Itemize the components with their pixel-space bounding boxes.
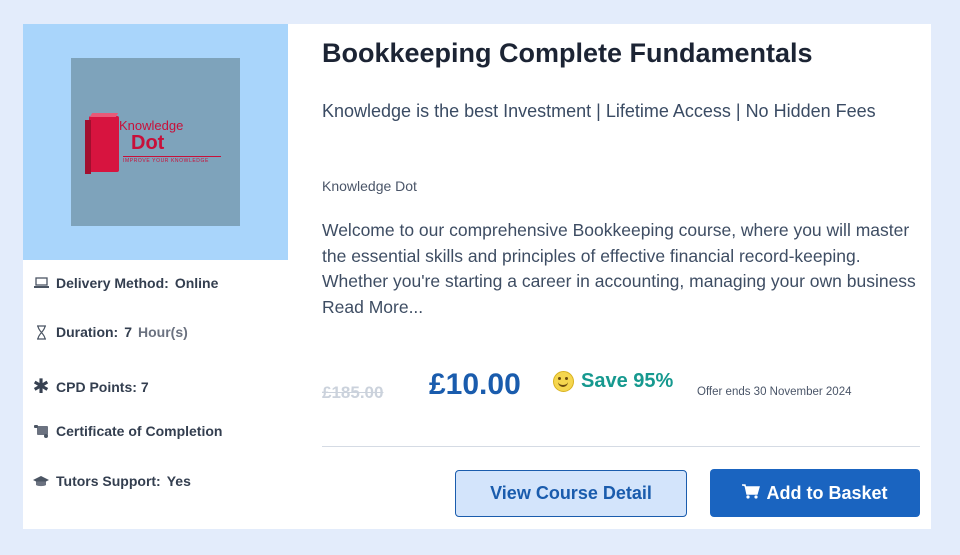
savings-text: Save 95%	[581, 370, 674, 392]
savings-badge: Save 95%	[553, 370, 673, 393]
cart-icon	[742, 483, 761, 504]
logo-text-dot: Dot	[131, 132, 165, 154]
cpd-points-label: CPD Points:	[56, 378, 137, 395]
delivery-method-value: Online	[174, 275, 219, 291]
duration-label: Duration:	[56, 324, 119, 340]
add-to-basket-label: Add to Basket	[766, 482, 888, 503]
duration-value: 7	[124, 324, 133, 340]
meta-tutor-support: Tutors Support: Yes	[33, 473, 191, 489]
hourglass-icon	[33, 324, 49, 340]
duration-unit: Hour(s)	[138, 324, 188, 340]
meta-delivery-method: Delivery Method: Online	[33, 275, 218, 291]
delivery-method-label: Delivery Method:	[56, 275, 169, 291]
offer-end-text: Offer ends 30 November 2024	[697, 386, 852, 398]
graduation-cap-icon	[33, 475, 49, 487]
course-provider[interactable]: Knowledge Dot	[322, 178, 417, 194]
view-course-detail-button[interactable]: View Course Detail	[455, 470, 687, 517]
laptop-icon	[33, 277, 49, 289]
course-description: Welcome to our comprehensive Bookkeeping…	[322, 220, 916, 317]
tutor-support-value: Yes	[166, 473, 191, 489]
add-to-basket-button[interactable]: Add to Basket	[710, 469, 920, 517]
logo-text-knowledge: Knowledge	[119, 118, 184, 133]
tutor-support-label: Tutors Support:	[56, 473, 161, 489]
certificate-label: Certificate of Completion	[56, 423, 223, 439]
original-price: £185.00	[322, 383, 384, 402]
logo-tagline: IMPROVE YOUR KNOWLEDGE	[123, 156, 221, 164]
sale-price: £10.00	[429, 368, 521, 401]
meta-certificate: Certificate of Completion	[33, 423, 222, 439]
course-card: Knowledge Dot IMPROVE YOUR KNOWLEDGE Del…	[23, 24, 931, 529]
book-icon	[85, 116, 119, 174]
cpd-points-value: 7	[140, 378, 149, 395]
meta-cpd-points: ✱ CPD Points: 7	[33, 374, 149, 399]
smiley-icon	[553, 371, 574, 392]
meta-duration: Duration: 7 Hour(s)	[33, 324, 188, 340]
course-subtitle: Knowledge is the best Investment | Lifet…	[322, 101, 876, 121]
asterisk-icon: ✱	[32, 376, 50, 398]
course-thumbnail-panel: Knowledge Dot IMPROVE YOUR KNOWLEDGE	[23, 24, 288, 260]
divider	[322, 446, 920, 447]
certificate-scroll-icon	[33, 424, 49, 438]
course-logo-image[interactable]: Knowledge Dot IMPROVE YOUR KNOWLEDGE	[71, 58, 240, 226]
course-title[interactable]: Bookkeeping Complete Fundamentals	[322, 38, 813, 69]
